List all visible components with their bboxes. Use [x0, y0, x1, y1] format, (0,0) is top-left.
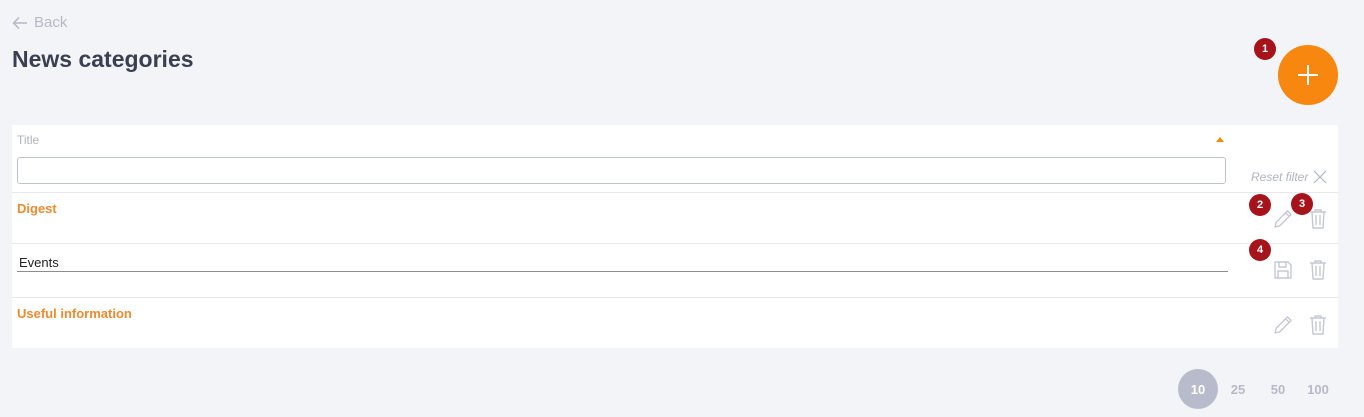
step-marker: 1 [1254, 38, 1276, 60]
reset-filter-label: Reset filter [1251, 170, 1309, 184]
pencil-icon [1274, 316, 1292, 334]
delete-button[interactable] [1306, 258, 1330, 282]
row-divider [12, 243, 1338, 244]
page-size-option[interactable]: 25 [1218, 369, 1258, 409]
pencil-icon [1274, 210, 1292, 228]
edit-button[interactable] [1271, 313, 1295, 337]
trash-icon [1310, 315, 1326, 335]
back-label: Back [34, 14, 68, 31]
step-marker: 3 [1291, 193, 1313, 215]
category-title-input[interactable] [17, 253, 1228, 272]
save-button[interactable] [1271, 258, 1295, 282]
delete-button[interactable] [1306, 313, 1330, 337]
plus-icon [1298, 65, 1318, 85]
page-size-option[interactable]: 50 [1258, 369, 1298, 409]
page-size-option[interactable]: 10 [1178, 369, 1218, 409]
step-marker: 2 [1249, 194, 1271, 216]
page-title: News categories [12, 46, 194, 72]
save-icon [1274, 261, 1292, 279]
column-header-title: Title [17, 133, 40, 147]
title-filter-input[interactable] [17, 157, 1226, 184]
step-marker: 4 [1249, 239, 1271, 261]
reset-filter-button[interactable]: Reset filter [1251, 170, 1327, 184]
category-title-link[interactable]: Useful information [17, 306, 132, 321]
add-category-button[interactable] [1278, 45, 1338, 105]
page-size-selector: 10 25 50 100 [1178, 369, 1338, 409]
row-divider [12, 297, 1338, 298]
categories-table: Title Reset filter Digest Events Useful … [12, 125, 1338, 348]
trash-icon [1310, 260, 1326, 280]
arrow-left-icon [12, 16, 27, 29]
edit-button[interactable] [1271, 207, 1295, 231]
close-icon [1313, 170, 1327, 184]
page-size-option[interactable]: 100 [1298, 369, 1338, 409]
row-divider [12, 192, 1338, 193]
back-link[interactable]: Back [12, 14, 67, 31]
category-title-link[interactable]: Digest [17, 201, 57, 216]
sort-ascending-icon[interactable] [1216, 137, 1224, 142]
